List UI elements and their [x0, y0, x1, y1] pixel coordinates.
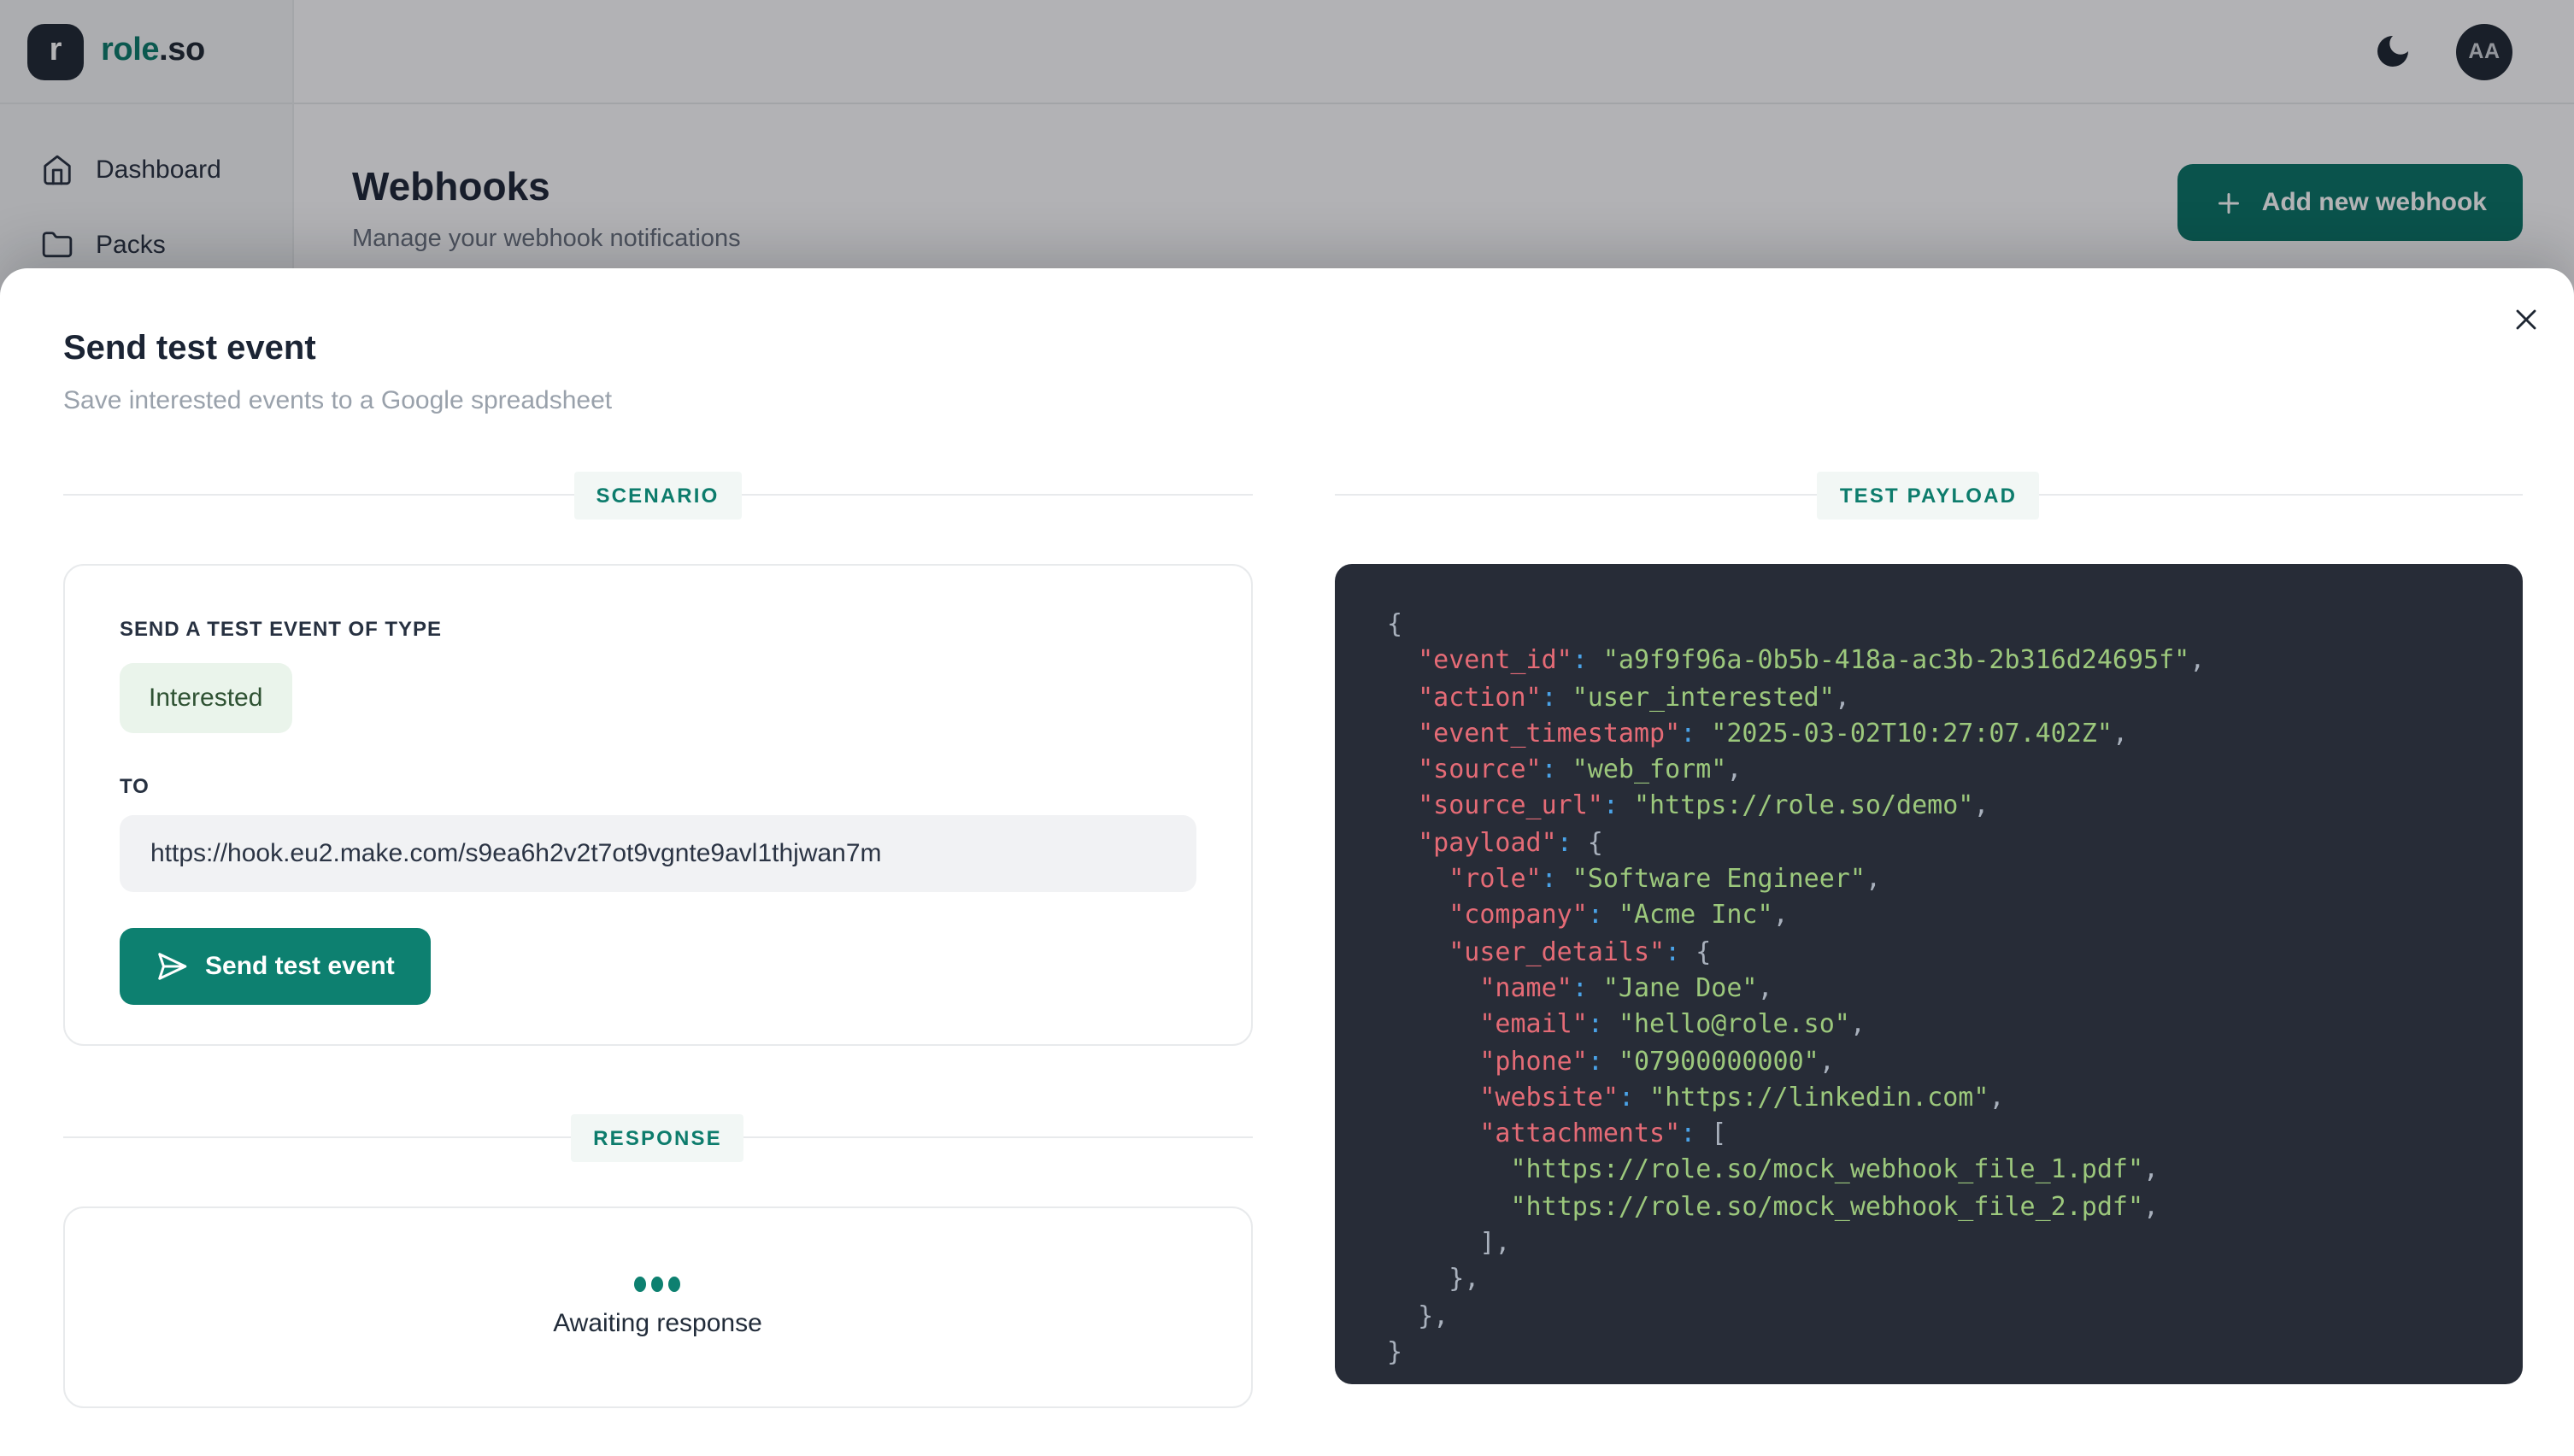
loading-dots-icon: [635, 1277, 681, 1292]
to-label: TO: [120, 774, 1196, 798]
payload-column: TEST PAYLOAD { "event_id": "a9f9f96a-0b5…: [1334, 472, 2523, 1408]
payload-section-divider: TEST PAYLOAD: [1334, 472, 2523, 518]
webhook-url-input[interactable]: [120, 815, 1196, 892]
app-root: r role.so Dashboard Packs AA: [0, 0, 2574, 1456]
send-test-event-modal: Send test event Save interested events t…: [0, 268, 2574, 1456]
awaiting-response-text: Awaiting response: [553, 1309, 762, 1338]
response-card: Awaiting response: [63, 1206, 1252, 1408]
modal-subtitle: Save interested events to a Google sprea…: [63, 386, 2523, 415]
send-test-event-label: Send test event: [205, 952, 395, 981]
payload-code: { "event_id": "a9f9f96a-0b5b-418a-ac3b-2…: [1334, 564, 2523, 1384]
response-section-label: RESPONSE: [571, 1114, 744, 1162]
event-type-label: SEND A TEST EVENT OF TYPE: [120, 617, 1196, 641]
response-section-divider: RESPONSE: [63, 1114, 1252, 1160]
modal-title: Send test event: [63, 330, 2523, 369]
scenario-card: SEND A TEST EVENT OF TYPE Interested TO …: [63, 564, 1252, 1046]
scenario-column: SCENARIO SEND A TEST EVENT OF TYPE Inter…: [63, 472, 1252, 1408]
close-button[interactable]: [2497, 291, 2555, 349]
send-icon: [156, 950, 188, 983]
scenario-section-label: SCENARIO: [574, 472, 742, 520]
event-type-chip[interactable]: Interested: [120, 663, 291, 733]
payload-section-label: TEST PAYLOAD: [1818, 472, 2039, 520]
send-test-event-button[interactable]: Send test event: [120, 928, 431, 1005]
scenario-section-divider: SCENARIO: [63, 472, 1252, 518]
close-icon: [2509, 302, 2543, 337]
